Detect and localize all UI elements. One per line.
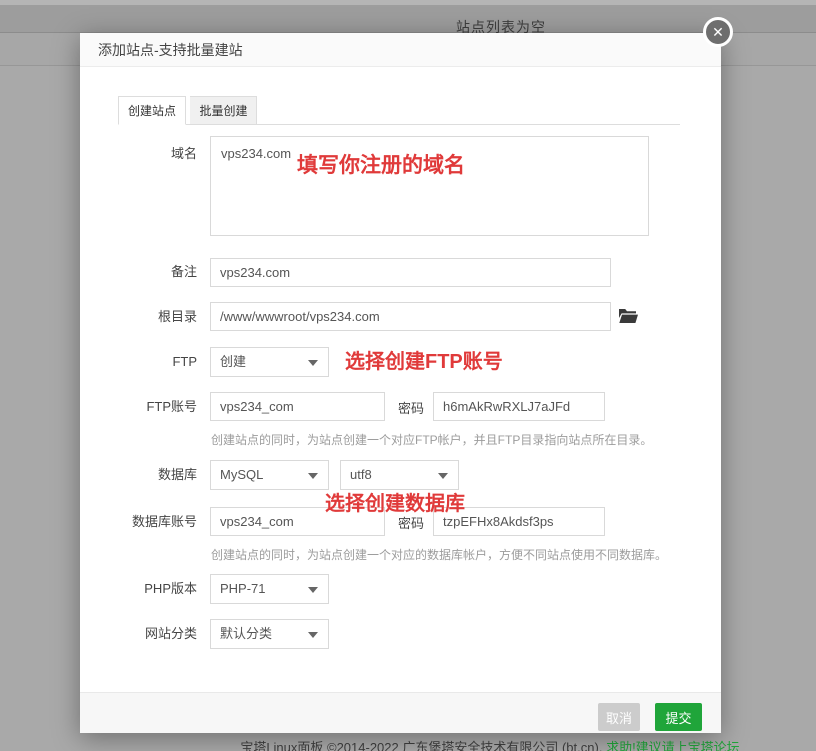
copyright-label: 宝塔Linux面板 ©2014-2022 广东堡塔安全技术有限公司 (bt.cn… — [240, 740, 602, 751]
rootdir-input[interactable] — [210, 302, 611, 331]
note-label: 备注 — [97, 263, 197, 281]
ftp-annotation: 选择创建FTP账号 — [345, 350, 503, 374]
modal-footer: 取消 提交 — [80, 692, 721, 733]
db-charset-value: utf8 — [350, 467, 372, 482]
forum-link[interactable]: 求助!建议请上宝塔论坛 — [606, 740, 740, 751]
close-icon: ✕ — [712, 24, 724, 40]
db-charset-select[interactable]: utf8 — [340, 460, 459, 490]
domain-label: 域名 — [97, 145, 197, 163]
chevron-down-icon — [308, 360, 318, 366]
cancel-button[interactable]: 取消 — [598, 703, 640, 731]
ftp-help-text: 创建站点的同时，为站点创建一个对应FTP帐户，并且FTP目录指向站点所在目录。 — [211, 431, 652, 448]
submit-button[interactable]: 提交 — [655, 703, 702, 731]
site-category-label: 网站分类 — [97, 625, 197, 643]
ftp-account-input[interactable] — [210, 392, 385, 421]
ftp-password-label: 密码 — [398, 398, 424, 417]
database-label: 数据库 — [97, 466, 197, 484]
site-category-select[interactable]: 默认分类 — [210, 619, 329, 649]
php-version-label: PHP版本 — [97, 580, 197, 598]
tab-batch-create[interactable]: 批量创建 — [190, 96, 257, 125]
db-type-value: MySQL — [220, 467, 263, 482]
ftp-label: FTP — [97, 353, 197, 371]
db-type-select[interactable]: MySQL — [210, 460, 329, 490]
ftp-account-label: FTP账号 — [97, 398, 197, 416]
ftp-password-input[interactable] — [433, 392, 605, 421]
add-site-modal: 添加站点-支持批量建站 ✕ 创建站点 批量创建 域名 填写你注册的域名 备注 根… — [80, 33, 721, 733]
ftp-select-value: 创建 — [220, 354, 246, 369]
db-account-label: 数据库账号 — [97, 513, 197, 531]
close-button[interactable]: ✕ — [703, 17, 733, 47]
database-annotation: 选择创建数据库 — [325, 492, 465, 516]
note-input[interactable] — [210, 258, 611, 287]
tab-create-site[interactable]: 创建站点 — [118, 96, 186, 125]
site-category-value: 默认分类 — [220, 626, 272, 641]
ftp-select[interactable]: 创建 — [210, 347, 329, 377]
php-version-value: PHP-71 — [220, 581, 266, 596]
tab-bar: 创建站点 批量创建 — [118, 96, 680, 125]
chevron-down-icon — [308, 473, 318, 479]
rootdir-label: 根目录 — [97, 308, 197, 326]
domain-textarea[interactable] — [210, 136, 649, 236]
modal-title: 添加站点-支持批量建站 — [80, 33, 721, 67]
background-top-bar: 站点列表为空 — [0, 5, 816, 33]
chevron-down-icon — [308, 587, 318, 593]
chevron-down-icon — [438, 473, 448, 479]
copyright-text: 宝塔Linux面板 ©2014-2022 广东堡塔安全技术有限公司 (bt.cn… — [240, 737, 739, 751]
folder-icon[interactable] — [617, 306, 639, 326]
chevron-down-icon — [308, 632, 318, 638]
db-help-text: 创建站点的同时，为站点创建一个对应的数据库帐户，方便不同站点使用不同数据库。 — [211, 546, 667, 563]
domain-annotation: 填写你注册的域名 — [297, 154, 465, 178]
php-version-select[interactable]: PHP-71 — [210, 574, 329, 604]
